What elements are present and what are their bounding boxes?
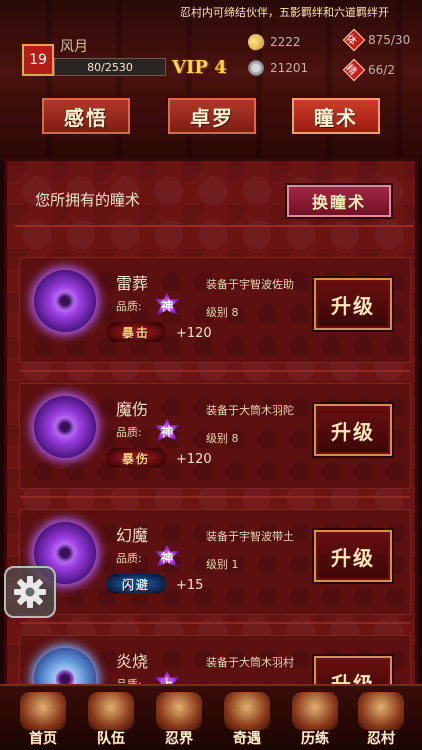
vip-badge[interactable]: VIP 4 <box>172 57 227 78</box>
temple-background <box>0 0 422 160</box>
player-level-badge[interactable]: 19 <box>22 44 54 76</box>
bottom-nav: 首页 队伍 忍界 奇遇 历练 忍村 <box>0 684 422 750</box>
card-divider <box>20 622 410 624</box>
attribute-tag: 暴击 <box>106 322 166 342</box>
gear-icon <box>14 576 46 608</box>
home-icon <box>20 692 66 730</box>
technique-grade: 级别 8 <box>206 306 239 319</box>
technique-name: 幻魔 <box>116 526 149 545</box>
technique-name: 炎烧 <box>116 652 149 671</box>
settings-button[interactable] <box>4 566 56 618</box>
technique-card: 雷葬 品质: 神 暴击 +120 装备于宇智波佐助 级别 8 升级 <box>19 257 411 372</box>
quality-badge: 神 <box>154 418 180 442</box>
technique-orb-icon <box>34 396 96 458</box>
tab-insight[interactable]: 感悟 <box>40 96 132 136</box>
equipped-on: 装备于大筒木羽村 <box>206 656 294 669</box>
technique-grade: 级别 1 <box>206 558 239 571</box>
nav-ninja-village[interactable]: 忍村 <box>350 690 412 750</box>
attribute-bonus: +15 <box>176 578 204 593</box>
technique-grade: 级别 8 <box>206 432 239 445</box>
silver-amount: 21201 <box>270 61 309 75</box>
exp-bar: 80/2530 <box>54 58 166 76</box>
equipped-on: 装备于宇智波带土 <box>206 530 294 543</box>
silver-coin-icon <box>248 60 264 76</box>
player-name: 风月 <box>60 39 88 55</box>
nav-ninja-world[interactable]: 忍界 <box>148 690 210 750</box>
stamina-amount: 875/30 <box>368 33 411 47</box>
gold-amount: 2222 <box>270 35 301 49</box>
spirit-resource[interactable]: 精 66/2 <box>342 58 395 82</box>
equipped-on: 装备于宇智波佐助 <box>206 278 294 291</box>
pupil-technique-panel: 您所拥有的瞳术 换瞳术 雷葬 品质: 神 暴击 +120 装备于宇智波佐助 级别… <box>4 158 418 741</box>
equipped-on: 装备于大筒木羽陀 <box>206 404 294 417</box>
tab-pupil-technique[interactable]: 瞳术 <box>290 96 382 136</box>
panel-divider <box>15 225 413 227</box>
card-divider <box>20 370 410 372</box>
gold-resource: 2222 <box>245 31 301 53</box>
card-divider <box>20 496 410 498</box>
tab-zhuoluo[interactable]: 卓罗 <box>166 96 258 136</box>
upgrade-button[interactable]: 升级 <box>312 402 394 458</box>
technique-name: 雷葬 <box>116 274 149 293</box>
encounter-icon <box>224 692 270 730</box>
technique-card: 幻魔 品质: 神 闪避 +15 装备于宇智波带土 级别 1 升级 <box>19 509 411 624</box>
nav-home[interactable]: 首页 <box>12 690 74 750</box>
nav-encounter[interactable]: 奇遇 <box>216 690 278 750</box>
nav-training[interactable]: 历练 <box>284 690 346 750</box>
upgrade-button[interactable]: 升级 <box>312 276 394 332</box>
panel-title: 您所拥有的瞳术 <box>35 191 141 209</box>
quality-badge: 神 <box>154 544 180 568</box>
attribute-bonus: +120 <box>176 326 212 341</box>
attribute-tag: 闪避 <box>106 574 166 594</box>
team-icon <box>88 692 134 730</box>
spirit-amount: 66/2 <box>368 63 395 77</box>
technique-orb-icon <box>34 270 96 332</box>
stamina-seal-icon: 体 <box>342 28 366 52</box>
top-bar: 忍村内可缔结伙伴，五影羁绊和六道羁绊开 19 风月 80/2530 VIP 4 … <box>0 0 422 160</box>
swap-technique-button[interactable]: 换瞳术 <box>285 183 393 219</box>
quality-label: 品质: <box>116 300 142 313</box>
gold-coin-icon <box>245 31 267 53</box>
technique-name: 魔伤 <box>116 400 149 419</box>
ninja-village-icon <box>358 692 404 730</box>
training-icon <box>292 692 338 730</box>
quality-label: 品质: <box>116 552 142 565</box>
ninja-world-icon <box>156 692 202 730</box>
marquee-announcement: 忍村内可缔结伙伴，五影羁绊和六道羁绊开 <box>180 6 389 19</box>
spirit-seal-icon: 精 <box>342 58 366 82</box>
attribute-bonus: +120 <box>176 452 212 467</box>
upgrade-button[interactable]: 升级 <box>312 528 394 584</box>
silver-resource: 21201 <box>248 60 308 76</box>
stamina-resource[interactable]: 体 875/30 <box>342 28 411 52</box>
attribute-tag: 暴伤 <box>106 448 166 468</box>
technique-card: 魔伤 品质: 神 暴伤 +120 装备于大筒木羽陀 级别 8 升级 <box>19 383 411 498</box>
quality-label: 品质: <box>116 426 142 439</box>
nav-team[interactable]: 队伍 <box>80 690 142 750</box>
quality-badge: 神 <box>154 292 180 316</box>
